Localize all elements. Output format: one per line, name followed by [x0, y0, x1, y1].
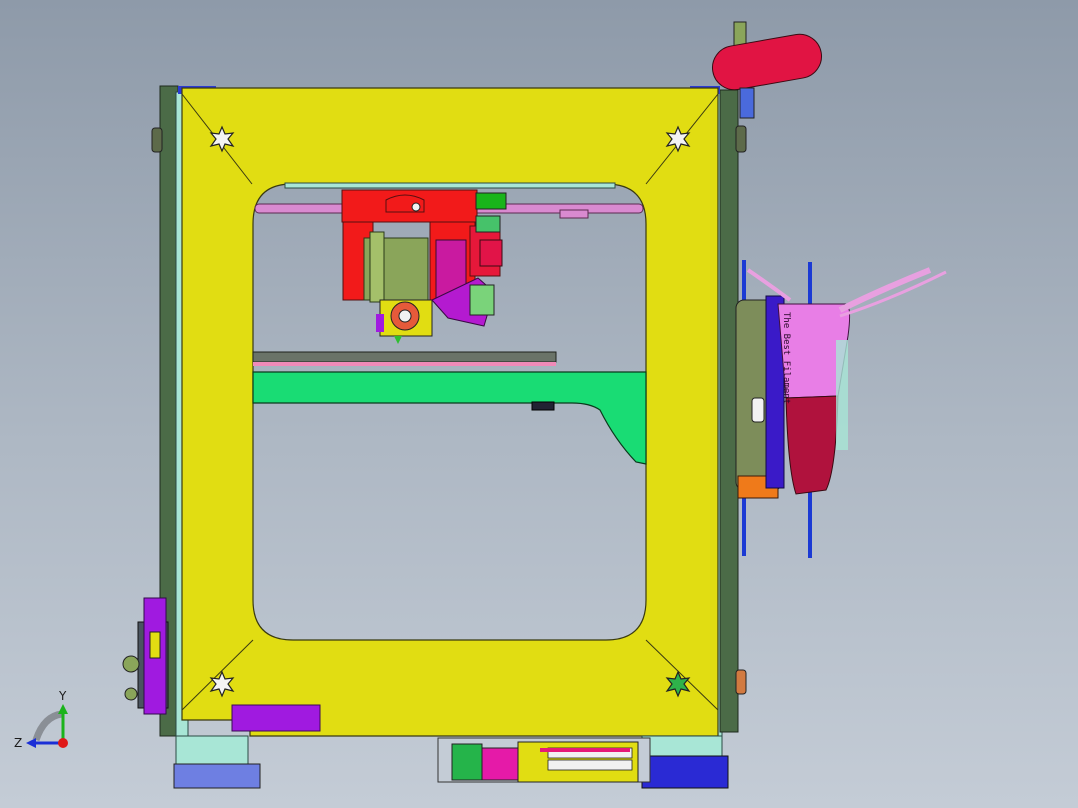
right-foot — [641, 735, 723, 757]
spool-icon: The Best Filament — [735, 260, 947, 558]
axis-triad-icon: Y Z — [14, 689, 68, 750]
printer-model: The Best Filament Y Z — [14, 21, 947, 789]
rod-endstop — [559, 209, 589, 219]
right-foot-blue — [641, 755, 729, 789]
left-panel-unit — [122, 597, 169, 715]
right-knob — [735, 125, 747, 153]
axis-z-label: Z — [14, 736, 22, 750]
fan-icon — [376, 299, 433, 337]
left-foot-blue — [173, 763, 261, 789]
bottom-purple-bar — [231, 704, 321, 732]
spool-label: The Best Filament — [781, 312, 791, 404]
right-side-plate — [719, 89, 739, 733]
axis-y-label: Y — [58, 689, 67, 703]
left-knob — [151, 127, 163, 153]
right-knob-bottom — [735, 669, 747, 695]
cad-viewport[interactable]: The Best Filament Y Z — [0, 0, 1078, 808]
top-rail — [284, 182, 616, 189]
bed-carriage — [252, 371, 647, 465]
bed-plate — [252, 351, 557, 363]
